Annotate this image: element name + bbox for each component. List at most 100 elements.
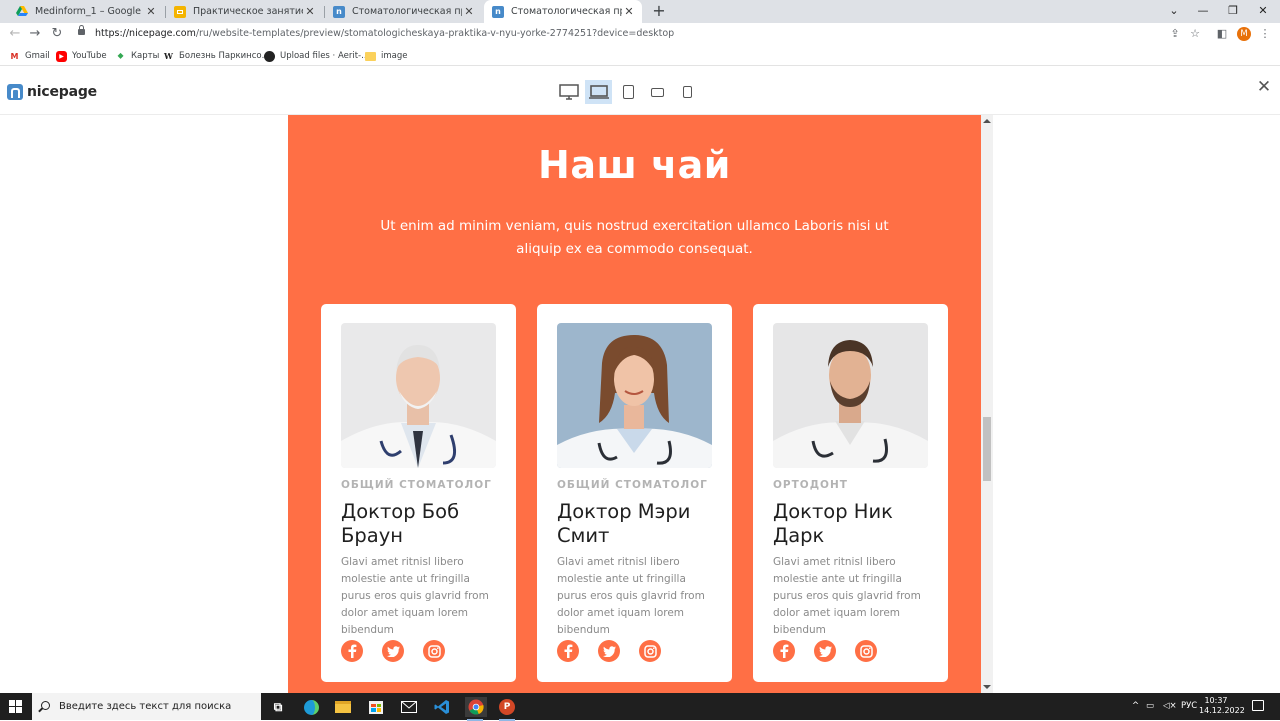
instagram-icon[interactable] — [639, 640, 661, 662]
volume-icon[interactable]: ◁× — [1163, 701, 1177, 711]
doctor-role: ОБЩИЙ СТОМАТОЛОГ — [341, 479, 492, 491]
doctor-description: Glavi amet ritnisl libero molestie ante … — [773, 556, 921, 636]
device-phone-button[interactable] — [677, 80, 697, 104]
device-phone-landscape-button[interactable] — [647, 80, 667, 104]
windows-start-icon[interactable] — [9, 700, 22, 713]
vscode-icon[interactable] — [432, 697, 452, 717]
doctor-card-3: ОРТОДОНТ Доктор Ник Дарк Glavi amet ritn… — [753, 304, 948, 682]
microsoft-store-icon[interactable] — [366, 697, 386, 717]
social-links — [341, 640, 445, 662]
close-tab-icon[interactable]: ✕ — [144, 5, 158, 18]
tablet-icon — [622, 85, 634, 99]
bookmark-label: YouTube — [72, 51, 107, 61]
address-bar[interactable]: https://nicepage.com/ru/website-template… — [70, 24, 1210, 45]
browser-toolbar: ← → ↻ https://nicepage.com/ru/website-te… — [0, 23, 1280, 46]
bookmarks-bar: M Gmail ▶ YouTube ⬥ Карты W Болезнь Парк… — [0, 46, 1280, 66]
restore-button[interactable]: ❐ — [1218, 0, 1248, 23]
bookmark-gmail[interactable]: M Gmail — [9, 49, 50, 63]
browser-tab-3[interactable]: n Стоматологическая практика в ✕ — [325, 0, 482, 23]
nicepage-icon: n — [492, 5, 504, 18]
browser-tab-4[interactable]: n Стоматологическая практика в ✕ — [484, 0, 642, 23]
doctor-role: ОБЩИЙ СТОМАТОЛОГ — [557, 479, 708, 491]
nicepage-logo[interactable]: nicepage — [7, 84, 97, 100]
task-view-icon[interactable]: ⧉ — [268, 697, 288, 717]
twitter-icon[interactable] — [598, 640, 620, 662]
doctor-card-2: ОБЩИЙ СТОМАТОЛОГ Доктор Мэри Смит Glavi … — [537, 304, 732, 682]
device-tablet-button[interactable] — [618, 80, 638, 104]
browser-tab-2[interactable]: Практическое занятие 10 - Goo ✕ — [166, 0, 323, 23]
bookmark-label: Карты — [131, 51, 160, 61]
doctor-photo — [341, 323, 496, 468]
nicepage-icon: n — [333, 5, 345, 18]
new-tab-button[interactable]: + — [650, 2, 668, 20]
minimize-button[interactable]: — — [1188, 0, 1218, 23]
facebook-icon[interactable] — [341, 640, 363, 662]
close-tab-icon[interactable]: ✕ — [622, 5, 636, 18]
notification-center-icon[interactable] — [1252, 700, 1264, 711]
clock-date: 14.12.2022 — [1199, 706, 1245, 715]
windows-taskbar: Введите здесь текст для поиска ⧉ P ^ ▭ ◁… — [0, 693, 1280, 721]
doctor-name: Доктор Ник Дарк — [773, 500, 893, 547]
google-slides-icon — [174, 5, 186, 18]
edge-icon[interactable] — [301, 697, 321, 717]
tab-search-chevron-icon[interactable]: ⌄ — [1159, 0, 1189, 23]
doctor-description: Glavi amet ritnisl libero molestie ante … — [557, 556, 705, 636]
facebook-icon[interactable] — [557, 640, 579, 662]
side-panel-icon[interactable]: ◧ — [1214, 26, 1230, 42]
doctor-photo — [557, 323, 712, 468]
tray-chevron-icon[interactable]: ^ — [1132, 701, 1139, 711]
close-preview-icon[interactable]: ✕ — [1256, 79, 1272, 96]
network-icon[interactable]: ▭ — [1146, 701, 1154, 711]
clock-time: 10:37 — [1204, 696, 1228, 705]
browser-tab-strip: Medinform_1 – Google Диск ✕ Практическое… — [0, 0, 1280, 23]
powerpoint-icon[interactable]: P — [497, 697, 517, 721]
file-explorer-icon[interactable] — [333, 697, 353, 717]
preview-scrollbar[interactable] — [981, 115, 993, 693]
close-tab-icon[interactable]: ✕ — [462, 5, 476, 18]
taskbar-search-box[interactable]: Введите здесь текст для поиска — [32, 693, 261, 720]
youtube-icon: ▶ — [56, 50, 67, 62]
bookmark-image[interactable]: image — [365, 49, 407, 63]
doctor-photo — [773, 323, 928, 468]
chrome-icon[interactable] — [465, 697, 487, 721]
bookmark-github[interactable]: Upload files · Aerit-... — [264, 49, 369, 63]
instagram-icon[interactable] — [423, 640, 445, 662]
twitter-icon[interactable] — [382, 640, 404, 662]
section-description: Ut enim ad minim veniam, quis nostrud ex… — [380, 218, 889, 257]
instagram-icon[interactable] — [855, 640, 877, 662]
close-window-button[interactable]: ✕ — [1248, 0, 1278, 23]
bookmark-wikipedia[interactable]: W Болезнь Паркинсо... — [163, 49, 270, 63]
mail-icon[interactable] — [399, 697, 419, 717]
bookmark-label: Gmail — [25, 51, 50, 61]
google-drive-icon — [16, 6, 28, 18]
language-indicator[interactable]: РУС — [1181, 701, 1197, 711]
taskbar-clock[interactable]: 10:37 14.12.2022 — [1199, 696, 1245, 716]
scroll-up-arrow-icon[interactable] — [983, 119, 991, 123]
scroll-down-arrow-icon[interactable] — [983, 685, 991, 689]
facebook-icon[interactable] — [773, 640, 795, 662]
preview-viewport: Наш чай Ut enim ad minim veniam, quis no… — [0, 115, 1280, 693]
bookmark-label: Болезнь Паркинсо... — [179, 51, 270, 61]
device-desktop-button[interactable] — [585, 80, 612, 104]
forward-button[interactable]: → — [26, 25, 44, 43]
share-icon[interactable]: ⇪ — [1167, 26, 1183, 42]
close-tab-icon[interactable]: ✕ — [303, 5, 317, 18]
tab-title: Medinform_1 – Google Диск — [35, 6, 144, 17]
folder-icon — [365, 51, 376, 61]
phone-landscape-icon — [650, 87, 664, 97]
bookmark-maps[interactable]: ⬥ Карты — [115, 49, 160, 63]
browser-tab-1[interactable]: Medinform_1 – Google Диск ✕ — [8, 0, 164, 23]
reload-button[interactable]: ↻ — [48, 25, 66, 43]
scrollbar-thumb[interactable] — [983, 417, 991, 481]
bookmark-youtube[interactable]: ▶ YouTube — [56, 49, 107, 63]
doctor-name: Доктор Боб Браун — [341, 500, 460, 547]
twitter-icon[interactable] — [814, 640, 836, 662]
menu-dots-icon[interactable]: ⋮ — [1257, 26, 1273, 42]
back-button[interactable]: ← — [6, 25, 24, 43]
preview-header: nicepage — [0, 67, 1280, 115]
device-desktop-large-button[interactable] — [557, 80, 581, 104]
laptop-icon — [588, 85, 609, 99]
bookmark-star-icon[interactable]: ☆ — [1187, 26, 1203, 42]
profile-avatar[interactable]: M — [1237, 27, 1251, 41]
team-section: Наш чай Ut enim ad minim veniam, quis no… — [288, 115, 981, 693]
